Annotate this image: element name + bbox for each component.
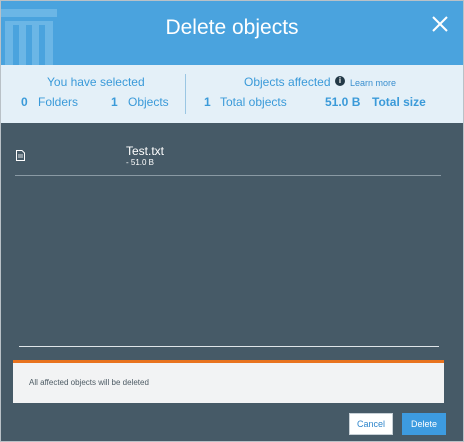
dialog-header: Delete objects: [1, 1, 463, 65]
total-objects-label: Total objects: [220, 95, 287, 109]
list-item: Test.txt - 51.0 B: [15, 141, 441, 176]
total-size-label: Total size: [372, 95, 426, 109]
objects-label: Objects: [128, 95, 169, 109]
delete-objects-dialog: Delete objects You have selected 0 Folde…: [0, 0, 464, 442]
learn-more-link[interactable]: Learn more: [350, 78, 396, 88]
object-size: - 51.0 B: [126, 158, 155, 167]
info-icon: i: [335, 76, 345, 86]
summary-divider: [185, 74, 186, 114]
object-name: Test.txt: [126, 144, 165, 158]
warning-text: All affected objects will be deleted: [29, 378, 149, 387]
dialog-title: Delete objects: [165, 16, 299, 39]
objects-count: 1: [111, 95, 118, 109]
cancel-button[interactable]: Cancel: [349, 413, 393, 435]
delete-button[interactable]: Delete: [402, 413, 446, 435]
folders-label: Folders: [38, 95, 79, 109]
close-icon[interactable]: [431, 15, 449, 33]
selected-title: You have selected: [47, 75, 145, 89]
summary-panel: You have selected 0 Folders 1 Objects Ob…: [1, 65, 463, 123]
affected-title: Objects affected: [244, 75, 331, 89]
folders-count: 0: [21, 95, 28, 109]
warning-box: All affected objects will be deleted: [13, 363, 444, 403]
total-size-value: 51.0 B: [325, 95, 361, 109]
total-objects-count: 1: [204, 95, 211, 109]
file-icon: [16, 150, 25, 161]
list-divider: [19, 346, 439, 347]
